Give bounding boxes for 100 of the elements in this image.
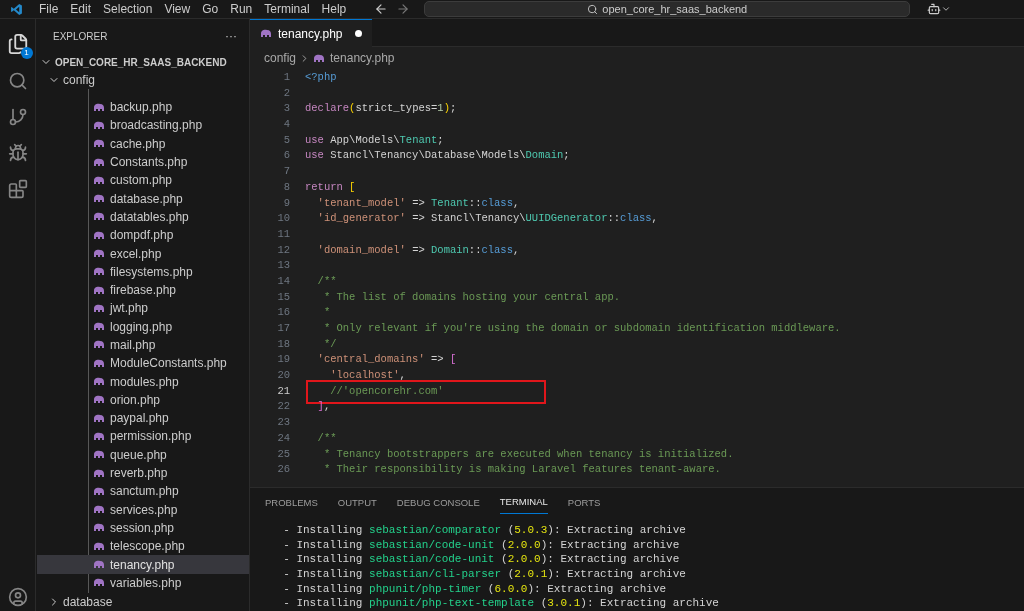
search-icon[interactable]	[7, 71, 28, 91]
explorer-file[interactable]: cache.php	[37, 134, 249, 153]
panel-tab[interactable]: TERMINAL	[499, 494, 548, 514]
menu-bar-entry[interactable]: Edit	[64, 0, 98, 18]
line-number: 9	[282, 195, 290, 211]
explorer-file[interactable]: reverb.php	[37, 463, 249, 483]
explorer-file[interactable]: dompdf.php	[37, 226, 249, 245]
menu-bar-entry[interactable]: File	[33, 0, 65, 18]
explorer-file[interactable]: firebase.php	[37, 280, 249, 300]
code-line: 'domain_model' => Domain::class,	[316, 242, 520, 258]
robot-icon[interactable]	[927, 2, 942, 16]
menu-bar-entry[interactable]: Run	[224, 0, 259, 18]
notification-badge: 1	[20, 47, 33, 59]
root-folder[interactable]: OPEN_CORE_HR_SAAS_BACKEND	[36, 53, 249, 71]
panel-tab[interactable]: OUTPUT	[337, 495, 377, 514]
elephant-icon	[313, 53, 326, 63]
explorer-file[interactable]: logging.php	[37, 317, 249, 336]
code-line: ],	[316, 399, 331, 415]
explorer-file[interactable]: database.php	[37, 189, 249, 208]
explorer-file[interactable]: sanctum.php	[37, 482, 249, 501]
explorer-file[interactable]: tenancy.php	[37, 555, 249, 574]
elephant-icon	[93, 157, 105, 167]
panel-tab[interactable]: PROBLEMS	[265, 495, 318, 514]
panel-tab[interactable]: DEBUG CONSOLE	[396, 495, 480, 514]
explorer-file[interactable]: services.php	[37, 500, 249, 519]
line-number: 19	[276, 352, 290, 368]
explorer-file[interactable]: permission.php	[37, 427, 249, 446]
line-number: 2	[282, 85, 290, 101]
line-number: 3	[282, 101, 290, 117]
elephant-icon	[260, 29, 272, 38]
code-line: * Only relevant if you're using the domain or subdomain identification middleware.	[322, 321, 841, 336]
extensions-icon[interactable]	[7, 179, 28, 199]
explorer-file[interactable]: datatables.php	[37, 207, 249, 227]
terminal-line: - Installing sebastian/code-unit (2.0.0): Extracting archive	[282, 552, 681, 567]
explorer-file[interactable]: paypal.php	[37, 409, 249, 428]
line-number: 20	[276, 368, 290, 384]
explorer-file[interactable]: ModuleConstants.php	[37, 354, 249, 373]
explorer-file[interactable]: broadcasting.php	[37, 116, 249, 135]
explorer-file[interactable]: custom.php	[37, 171, 249, 190]
line-number: 10	[276, 211, 290, 227]
explorer-file[interactable]: jwt.php	[37, 299, 249, 318]
code-line: 'localhost',	[329, 368, 406, 384]
folder-item[interactable]: database	[36, 593, 249, 611]
explorer-file[interactable]: session.php	[37, 518, 249, 538]
elephant-icon	[93, 541, 105, 551]
editor-tab[interactable]: tenancy.php	[250, 19, 372, 47]
explorer-file[interactable]: filesystems.php	[37, 262, 249, 281]
elephant-icon	[93, 175, 105, 185]
code-line: 'id_generator' => Stancl\Tenancy\UUIDGenerator::class,	[316, 211, 658, 227]
explorer-file[interactable]: modules.php	[37, 372, 249, 391]
run-debug-icon[interactable]	[7, 143, 28, 163]
explorer-file[interactable]: orion.php	[37, 390, 249, 410]
code-line: *	[322, 305, 331, 321]
terminal-line: - Installing phpunit/php-timer (6.0.0): Extracting archive	[282, 581, 668, 597]
explorer-file[interactable]: variables.php	[37, 573, 249, 592]
elephant-icon	[93, 431, 105, 441]
code-line: * Their responsibility is making Laravel features tenant-aware.	[322, 462, 721, 478]
code-line: use App\Models\Tenant;	[305, 132, 444, 148]
elephant-icon	[93, 249, 105, 258]
source-control-icon[interactable]	[7, 107, 28, 127]
line-number: 26	[276, 462, 290, 478]
line-number: 23	[276, 415, 290, 431]
elephant-icon	[93, 322, 105, 332]
explorer-file[interactable]: backup.php	[37, 98, 249, 117]
explorer-file[interactable]: telescope.php	[37, 537, 249, 556]
menu-bar-entry[interactable]: Selection	[97, 0, 159, 18]
explorer-file[interactable]: Constants.php	[37, 152, 249, 172]
back-icon[interactable]	[374, 2, 389, 16]
app-logo-icon	[10, 2, 23, 16]
command-center-text: open_core_hr_saas_backend	[602, 1, 748, 17]
line-number: 15	[276, 289, 290, 305]
line-number: 8	[282, 179, 290, 195]
line-number: 21	[276, 383, 290, 399]
command-center[interactable]: open_core_hr_saas_backend	[424, 1, 911, 17]
code-line: return [	[305, 179, 356, 195]
explorer-file[interactable]: queue.php	[37, 445, 249, 464]
menu-bar-entry[interactable]: Help	[315, 0, 353, 18]
more-actions[interactable]: ···	[225, 27, 237, 46]
elephant-icon	[93, 486, 105, 496]
explorer-icon[interactable]	[6, 33, 29, 55]
elephant-icon	[93, 285, 105, 295]
breadcrumb-item[interactable]: tenancy.php	[330, 49, 395, 67]
elephant-icon	[93, 505, 105, 515]
menu-bar-entry[interactable]: Terminal	[258, 0, 316, 18]
code-line: 'tenant_model' => Tenant::class,	[316, 195, 520, 211]
line-number: 6	[282, 148, 290, 164]
elephant-icon	[93, 267, 105, 277]
menu-bar-entry[interactable]: View	[158, 0, 197, 18]
folder-item[interactable]: config	[36, 71, 249, 89]
account-icon[interactable]	[7, 587, 28, 607]
line-number: 22	[276, 399, 290, 415]
elephant-icon	[93, 413, 105, 423]
explorer-file[interactable]: mail.php	[37, 335, 249, 355]
menu-bar-entry[interactable]: Go	[196, 0, 225, 18]
forward-icon[interactable]	[396, 2, 411, 16]
explorer-file[interactable]: excel.php	[37, 244, 249, 263]
breadcrumb-item[interactable]: config	[264, 49, 297, 67]
panel-tab[interactable]: PORTS	[567, 495, 601, 514]
elephant-icon	[93, 139, 105, 149]
chevron-icon[interactable]	[941, 4, 952, 14]
